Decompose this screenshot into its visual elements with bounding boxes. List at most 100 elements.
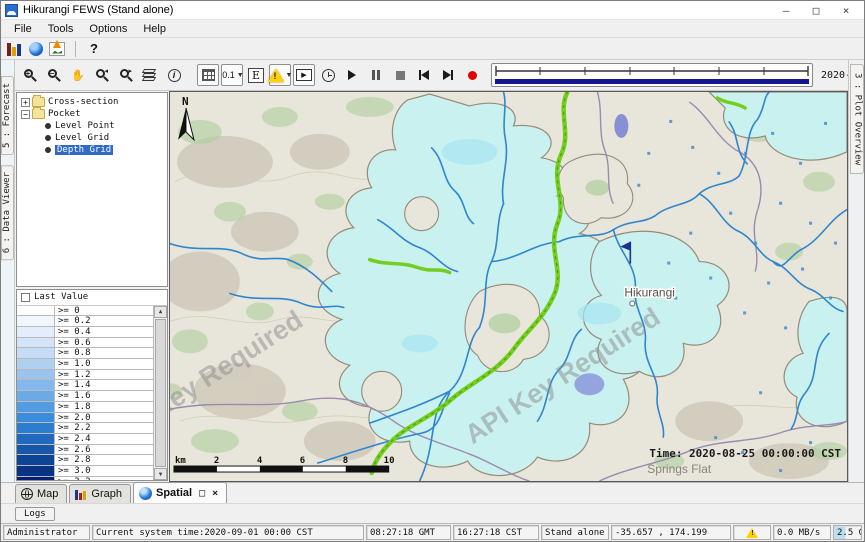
legend-color-swatch: [17, 370, 55, 380]
globe-icon: [139, 487, 152, 500]
time-settings-button[interactable]: [317, 64, 339, 86]
legend-row[interactable]: >= 3.2: [17, 477, 153, 480]
bottom-tab-bar: Map Graph Spatial □ ×: [1, 482, 864, 503]
threshold-value: 0.1: [222, 70, 235, 80]
grid-toggle-button[interactable]: [197, 64, 219, 86]
legend-row[interactable]: >= 1.8: [17, 402, 153, 413]
status-system-time: Current system time:2020-09-01 00:00 CST: [92, 525, 364, 540]
zoom-out-button[interactable]: −: [43, 64, 65, 86]
tab-spatial[interactable]: Spatial □ ×: [133, 482, 227, 503]
collapse-icon[interactable]: −: [21, 110, 30, 119]
timeline-slider[interactable]: [491, 63, 813, 87]
pause-button[interactable]: [365, 64, 387, 86]
tab-graph[interactable]: Graph: [69, 484, 131, 503]
play-button[interactable]: [341, 64, 363, 86]
layers-button[interactable]: [139, 64, 161, 86]
legend-color-swatch: [17, 380, 55, 390]
town-dot: [630, 301, 635, 306]
legend-row[interactable]: >= 0.4: [17, 327, 153, 338]
last-value-checkbox[interactable]: [21, 293, 30, 302]
menu-help[interactable]: Help: [136, 22, 173, 36]
menu-options[interactable]: Options: [82, 22, 134, 36]
animation-display-button[interactable]: ▶: [293, 64, 315, 86]
status-memory[interactable]: 2.5 GB: [833, 525, 862, 540]
legend-row[interactable]: >= 2.4: [17, 434, 153, 445]
threshold-dropdown[interactable]: 0.1 ▼: [221, 64, 243, 86]
chevron-down-icon: ▼: [286, 72, 293, 79]
status-bar: Administrator Current system time:2020-0…: [1, 523, 864, 541]
legend-row[interactable]: >= 2.0: [17, 413, 153, 424]
legend-label: >= 3.0: [55, 466, 94, 476]
map-view[interactable]: API Key Required API Key Required N Hiku…: [169, 91, 848, 482]
status-gmt-time: 08:27:18 GMT: [366, 525, 451, 540]
legend-row[interactable]: >= 0.2: [17, 316, 153, 327]
zoom-next-button[interactable]: ▸: [115, 64, 137, 86]
expand-icon[interactable]: +: [21, 98, 30, 107]
logs-row: Logs: [1, 503, 864, 523]
tab-map[interactable]: Map: [15, 484, 67, 503]
status-warning[interactable]: [733, 525, 771, 540]
help-button[interactable]: ?: [86, 41, 102, 56]
legend-color-swatch: [17, 327, 55, 337]
legend-row[interactable]: >= 1.4: [17, 380, 153, 391]
close-button[interactable]: ×: [832, 2, 860, 18]
legend-row[interactable]: >= 2.6: [17, 445, 153, 456]
content-area: 5 : Forecast 6 : Data Viewer + − ✋ ◂ ▸ i…: [1, 60, 864, 482]
scroll-up-icon[interactable]: ▲: [154, 306, 167, 318]
menu-tools[interactable]: Tools: [41, 22, 81, 36]
restore-pane-icon[interactable]: □: [199, 488, 205, 499]
tree-item-depth-grid[interactable]: Depth Grid: [43, 144, 167, 156]
legend-scrollbar[interactable]: ▲ ▼: [153, 306, 167, 480]
tree-item-level-grid[interactable]: Level Grid: [43, 132, 167, 144]
left-tab-strip: 5 : Forecast 6 : Data Viewer: [1, 60, 15, 482]
skip-end-button[interactable]: [437, 64, 459, 86]
bullet-icon: [45, 135, 51, 141]
timeseries-icon[interactable]: [49, 42, 65, 56]
legend-row[interactable]: >= 0.6: [17, 338, 153, 349]
legend-color-swatch: [17, 413, 55, 423]
legend-label: >= 2.4: [55, 434, 94, 444]
legend-label: >= 1.4: [55, 380, 94, 390]
zoom-in-button[interactable]: +: [19, 64, 41, 86]
tree-item-level-point[interactable]: Level Point: [43, 120, 167, 132]
legend-row[interactable]: >= 3.0: [17, 466, 153, 477]
legend-row[interactable]: >= 1.6: [17, 391, 153, 402]
tree-item-pocket[interactable]: − Pocket: [21, 108, 167, 120]
logs-button[interactable]: Logs: [15, 507, 55, 521]
stop-button[interactable]: [389, 64, 411, 86]
legend-color-swatch: [17, 455, 55, 465]
legend-row[interactable]: >= 1.0: [17, 359, 153, 370]
svg-text:8: 8: [343, 456, 348, 466]
menu-file[interactable]: File: [7, 22, 39, 36]
scroll-down-icon[interactable]: ▼: [154, 468, 167, 480]
minimize-button[interactable]: –: [772, 2, 800, 18]
legend-label: >= 0.8: [55, 348, 94, 358]
tab-data-viewer[interactable]: 6 : Data Viewer: [1, 165, 14, 260]
zoom-previous-button[interactable]: ◂: [91, 64, 113, 86]
legend-row[interactable]: >= 2.2: [17, 423, 153, 434]
legend-row[interactable]: >= 2.8: [17, 455, 153, 466]
legend-row[interactable]: >= 0: [17, 306, 153, 317]
database-icon[interactable]: [7, 42, 23, 56]
scroll-thumb[interactable]: [155, 319, 166, 467]
map-toolbar: + − ✋ ◂ ▸ i 0.1 ▼ E ▼ ▶: [15, 60, 848, 91]
legend-row[interactable]: >= 0.8: [17, 348, 153, 359]
legend-row[interactable]: >= 1.2: [17, 370, 153, 381]
tab-forecast[interactable]: 5 : Forecast: [1, 76, 14, 155]
info-button[interactable]: i: [163, 64, 185, 86]
wire-globe-icon: [21, 488, 33, 500]
record-button[interactable]: [461, 64, 483, 86]
tab-plot-overview[interactable]: 3 : Plot Overview: [850, 64, 864, 174]
pan-hand-button[interactable]: ✋: [67, 64, 89, 86]
maximize-button[interactable]: □: [802, 2, 830, 18]
menu-bar: File Tools Options Help: [1, 20, 864, 38]
map-display-icon[interactable]: [29, 42, 43, 56]
application-window: Hikurangi FEWS (Stand alone) – □ × File …: [0, 0, 865, 542]
tree-item-cross-section[interactable]: + Cross-section: [21, 96, 167, 108]
editor-button[interactable]: E: [245, 64, 267, 86]
left-panel: + Cross-section − Pocket Level Point: [15, 91, 169, 482]
area-label: Springs Flat: [647, 462, 712, 476]
close-pane-icon[interactable]: ×: [212, 488, 218, 499]
warnings-dropdown[interactable]: ▼: [269, 64, 291, 86]
skip-start-button[interactable]: [413, 64, 435, 86]
